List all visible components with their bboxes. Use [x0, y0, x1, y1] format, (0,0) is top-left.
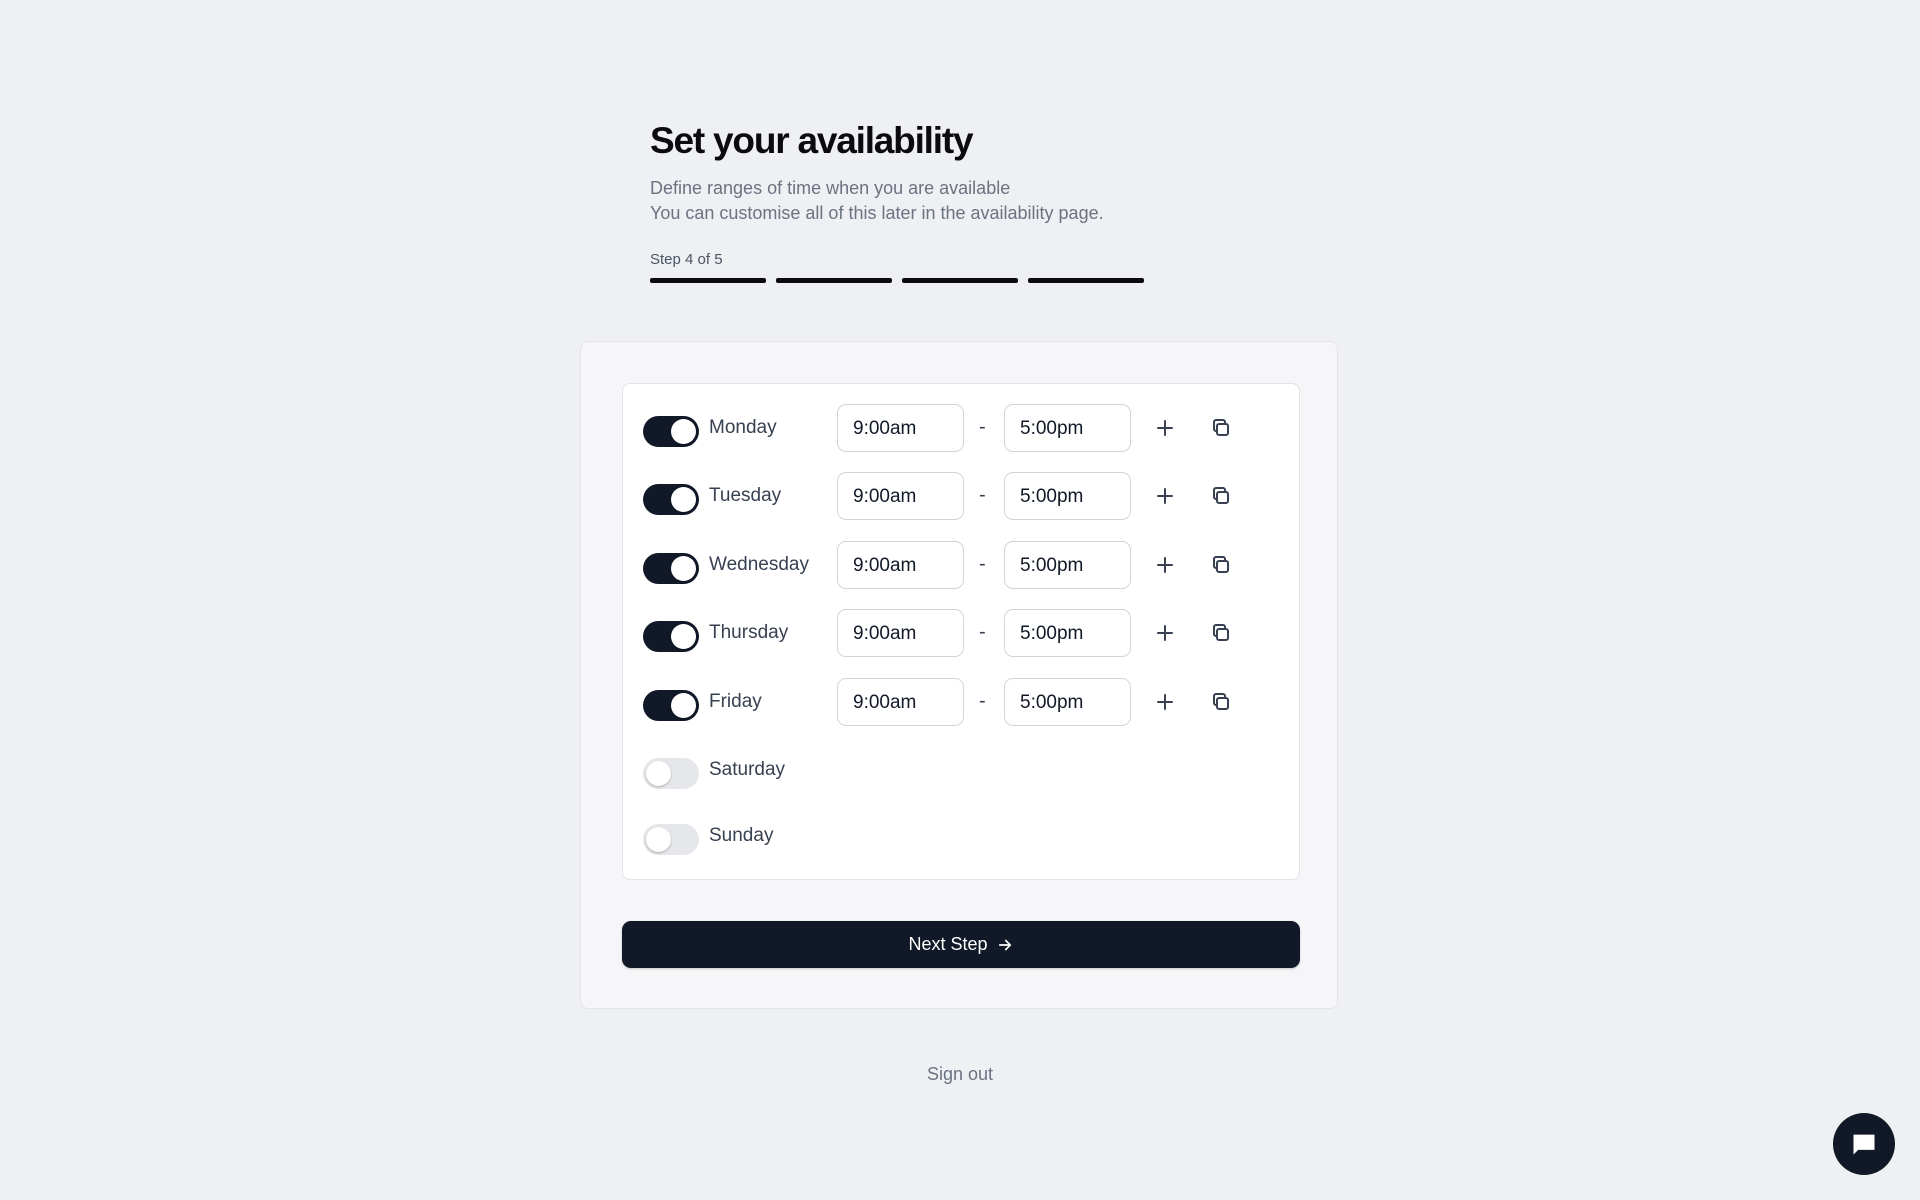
range-separator: -: [979, 621, 986, 643]
day-label: Sunday: [709, 825, 774, 846]
arrow-right-icon: [998, 939, 1011, 950]
toggle-knob: [671, 487, 696, 512]
toggle-knob: [671, 419, 696, 444]
start-time-field[interactable]: 9:00am: [837, 541, 964, 589]
start-time-field[interactable]: 9:00am: [837, 404, 964, 452]
day-row-tuesday: Tuesday 9:00am -5:00pm: [623, 472, 1299, 520]
day-label: Saturday: [709, 759, 786, 780]
end-time-field[interactable]: 5:00pm: [1004, 678, 1131, 726]
sign-out-link[interactable]: Sign out: [0, 1064, 1920, 1085]
progress-segment: [1028, 278, 1144, 283]
end-time-field[interactable]: 5:00pm: [1004, 404, 1131, 452]
day-label: Tuesday: [709, 485, 782, 506]
day-toggle[interactable]: [643, 758, 699, 789]
start-time-field[interactable]: 9:00am: [837, 609, 964, 657]
page-subtitle: Define ranges of time when you are avail…: [650, 176, 1150, 226]
start-time-field[interactable]: 9:00am: [837, 678, 964, 726]
day-toggle[interactable]: [643, 484, 699, 515]
subtitle-line-1: Define ranges of time when you are avail…: [650, 178, 1011, 198]
day-label: Wednesday: [709, 554, 809, 575]
plus-icon[interactable]: [1151, 551, 1179, 579]
subtitle-line-2: You can customise all of this later in t…: [650, 203, 1104, 223]
day-row-monday: Monday 9:00am -5:00pm: [623, 404, 1299, 452]
toggle-knob: [671, 624, 696, 649]
range-separator: -: [979, 484, 986, 506]
schedule-list: Monday 9:00am -5:00pm Tuesday 9:00am -5:00pm W…: [622, 383, 1300, 880]
next-step-label: Next Step: [908, 934, 988, 954]
day-label: Friday: [709, 691, 762, 712]
toggle-knob: [646, 761, 671, 786]
day-row-thursday: Thursday 9:00am -5:00pm: [623, 609, 1299, 657]
page-header: Set your availability Define ranges of t…: [650, 118, 1150, 283]
day-row-friday: Friday 9:00am -5:00pm: [623, 678, 1299, 726]
copy-icon[interactable]: [1207, 619, 1235, 647]
day-row-wednesday: Wednesday 9:00am -5:00pm: [623, 541, 1299, 589]
progress-segment: [650, 278, 766, 283]
start-time-field[interactable]: 9:00am: [837, 472, 964, 520]
toggle-knob: [671, 556, 696, 581]
range-separator: -: [979, 416, 986, 438]
page-title: Set your availability: [650, 120, 974, 161]
availability-card: Monday 9:00am -5:00pm Tuesday 9:00am -5:00pm W…: [580, 341, 1338, 1009]
progress-segment: [776, 278, 892, 283]
next-step-button[interactable]: Next Step: [622, 921, 1300, 968]
plus-icon[interactable]: [1151, 688, 1179, 716]
day-label: Thursday: [709, 622, 789, 643]
range-separator: -: [979, 690, 986, 712]
plus-icon[interactable]: [1151, 482, 1179, 510]
step-label: Step 4 of 5: [650, 251, 723, 268]
plus-icon[interactable]: [1151, 619, 1179, 647]
chat-launcher-button[interactable]: [1833, 1113, 1895, 1175]
day-toggle[interactable]: [643, 416, 699, 447]
copy-icon[interactable]: [1207, 414, 1235, 442]
end-time-field[interactable]: 5:00pm: [1004, 541, 1131, 589]
day-row-saturday: Saturday: [623, 746, 1299, 794]
day-row-sunday: Sunday: [623, 812, 1299, 860]
day-toggle[interactable]: [643, 690, 699, 721]
toggle-knob: [646, 827, 671, 852]
chat-bubble-icon: [1853, 1134, 1875, 1155]
copy-icon[interactable]: [1207, 551, 1235, 579]
end-time-field[interactable]: 5:00pm: [1004, 472, 1131, 520]
day-toggle[interactable]: [643, 824, 699, 855]
day-toggle[interactable]: [643, 621, 699, 652]
day-toggle[interactable]: [643, 553, 699, 584]
step-progress: [650, 278, 1150, 283]
toggle-knob: [671, 693, 696, 718]
plus-icon[interactable]: [1151, 414, 1179, 442]
copy-icon[interactable]: [1207, 482, 1235, 510]
copy-icon[interactable]: [1207, 688, 1235, 716]
range-separator: -: [979, 553, 986, 575]
progress-segment: [902, 278, 1018, 283]
end-time-field[interactable]: 5:00pm: [1004, 609, 1131, 657]
day-label: Monday: [709, 417, 777, 438]
